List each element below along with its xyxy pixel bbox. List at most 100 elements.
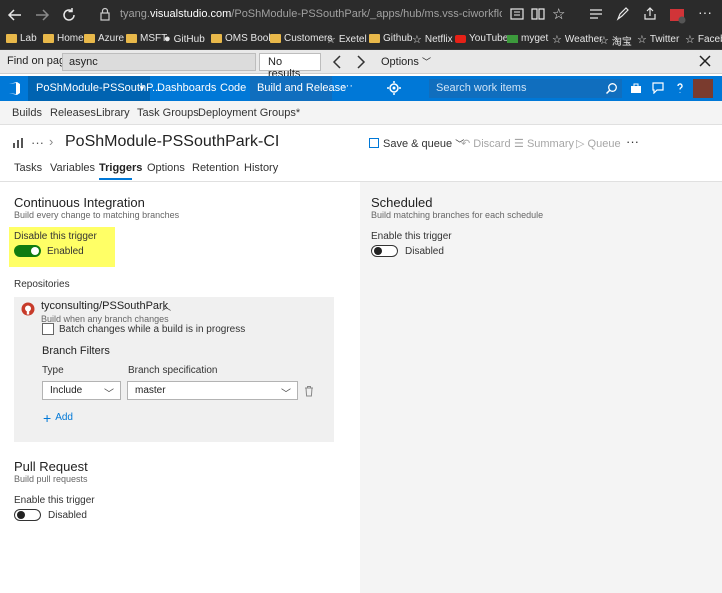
settings-gear-icon[interactable] xyxy=(387,81,401,95)
folder-icon xyxy=(43,34,54,43)
user-avatar[interactable] xyxy=(693,79,713,98)
back-arrow-icon[interactable] xyxy=(6,6,24,24)
build-pipeline-icon xyxy=(12,138,24,148)
filter-type-select[interactable]: Include ﹀ xyxy=(42,381,121,400)
scheduled-toggle-label: Enable this trigger xyxy=(371,231,452,242)
repo-name[interactable]: tyconsulting/PSSouthPark xyxy=(41,300,168,312)
scheduled-toggle[interactable] xyxy=(371,245,398,257)
more-actions[interactable]: ··· xyxy=(626,134,639,149)
find-next-icon[interactable] xyxy=(355,54,367,70)
search-work-items[interactable]: Search work items xyxy=(429,79,622,98)
bookmark-netflix[interactable]: ☆ Netflix xyxy=(412,33,453,46)
marketplace-bag-icon[interactable] xyxy=(630,82,642,94)
tab-options[interactable]: Options xyxy=(147,162,185,174)
chevron-down-icon: ﹀ xyxy=(281,389,291,400)
vsts-logo-icon[interactable] xyxy=(7,81,22,96)
pr-toggle[interactable] xyxy=(14,509,41,521)
tab-triggers[interactable]: Triggers xyxy=(99,162,142,174)
tab-tasks[interactable]: Tasks xyxy=(14,162,42,174)
bookmark-myget[interactable]: myget xyxy=(507,33,548,44)
add-branch-filter-link[interactable]: + Add xyxy=(43,411,73,425)
find-options-dropdown[interactable]: Options ﹀ xyxy=(381,55,431,68)
extension-badge-icon[interactable] xyxy=(668,6,686,24)
myget-icon xyxy=(507,34,518,43)
nav-build-and-release-active[interactable]: Build and Release xyxy=(250,76,346,101)
batch-changes-checkbox[interactable] xyxy=(42,323,54,335)
bookmark-twitter[interactable]: ☆ Twitter xyxy=(637,33,679,46)
bookmark-youtube[interactable]: YouTube xyxy=(455,33,508,44)
youtube-icon xyxy=(455,34,466,43)
tab-history[interactable]: History xyxy=(244,162,278,174)
repo-subtitle: Build when any branch changes xyxy=(41,314,169,324)
favorite-star-icon[interactable]: ☆ xyxy=(552,5,570,23)
feedback-icon[interactable] xyxy=(652,82,664,94)
star-icon: ☆ xyxy=(599,35,609,47)
help-icon[interactable] xyxy=(674,82,686,94)
pr-toggle-label: Enable this trigger xyxy=(14,495,95,506)
bookmark-oms-book[interactable]: OMS Book xyxy=(211,33,273,44)
delete-trash-icon[interactable] xyxy=(304,385,314,397)
bookmark-msft[interactable]: MSFT xyxy=(126,33,167,44)
bookmark-weather[interactable]: ☆ Weather xyxy=(552,33,603,46)
nav-code[interactable]: Code xyxy=(220,82,246,94)
ci-toggle-state: Enabled xyxy=(47,246,84,257)
bookmark-taobao[interactable]: ☆ 淘宝 xyxy=(599,33,632,48)
github-repo-icon xyxy=(21,302,35,316)
breadcrumb-ellipsis[interactable]: ··· xyxy=(31,135,44,150)
close-find-icon[interactable] xyxy=(698,54,712,68)
find-input[interactable] xyxy=(62,53,256,71)
active-tab-indicator xyxy=(99,178,132,180)
play-icon: ▷ xyxy=(576,138,585,150)
folder-icon xyxy=(84,34,95,43)
repositories-label: Repositories xyxy=(14,279,70,290)
project-selector[interactable]: PoShModule-PSSouthP... ▼ xyxy=(28,76,161,101)
save-queue-button[interactable]: Save & queue ﹀ xyxy=(369,137,464,150)
address-bar[interactable]: tyang.visualstudio.com/PoShModule-PSSout… xyxy=(120,8,502,20)
bookmark-home[interactable]: Home xyxy=(43,33,84,44)
subnav-deployment-groups[interactable]: Deployment Groups* xyxy=(198,107,300,119)
bookmark-exetel[interactable]: ☆ Exetel xyxy=(326,33,367,46)
branch-spec-select[interactable]: master ﹀ xyxy=(127,381,298,400)
hub-icon[interactable] xyxy=(588,6,606,24)
bookmark-lab[interactable]: Lab xyxy=(6,33,37,44)
scheduled-panel: Scheduled Build matching branches for ea… xyxy=(360,182,722,593)
find-previous-icon[interactable] xyxy=(331,54,343,70)
tab-variables[interactable]: Variables xyxy=(50,162,95,174)
branch-spec-label: Branch specification xyxy=(128,365,218,376)
pr-toggle-state: Disabled xyxy=(48,510,87,521)
pen-icon[interactable] xyxy=(615,6,633,24)
book-icon[interactable] xyxy=(530,6,548,24)
queue-button[interactable]: ▷ Queue xyxy=(576,137,621,150)
ci-toggle[interactable] xyxy=(14,245,41,257)
subnav-builds[interactable]: Builds xyxy=(12,107,42,119)
summary-button[interactable]: ☰ Summary xyxy=(514,137,574,150)
bookmark-azure[interactable]: Azure xyxy=(84,33,124,44)
discard-button[interactable]: ↶ Discard xyxy=(461,137,511,150)
star-icon: ☆ xyxy=(637,34,647,46)
browser-toolbar: tyang.visualstudio.com/PoShModule-PSSout… xyxy=(0,0,722,30)
reading-view-icon[interactable] xyxy=(509,6,527,24)
batch-changes-label: Batch changes while a build is in progre… xyxy=(59,324,246,335)
nav-dashboards[interactable]: Dashboards xyxy=(157,82,216,94)
bookmark-github[interactable]: ● GitHub xyxy=(164,33,205,45)
star-icon: ☆ xyxy=(552,34,562,46)
bookmark-customers[interactable]: Customers xyxy=(270,33,332,44)
share-icon[interactable] xyxy=(642,6,660,24)
bookmark-github-folder[interactable]: Github xyxy=(369,33,412,44)
tab-retention[interactable]: Retention xyxy=(192,162,239,174)
summary-icon: ☰ xyxy=(514,138,524,150)
forward-arrow-icon[interactable] xyxy=(33,6,51,24)
scheduled-title: Scheduled xyxy=(371,195,433,210)
subnav-task-groups[interactable]: Task Groups xyxy=(137,107,199,119)
star-icon: ☆ xyxy=(685,34,695,46)
more-icon[interactable]: ··· xyxy=(698,4,716,22)
search-icon[interactable] xyxy=(605,82,618,95)
collapse-chevron-icon[interactable]: ︿ xyxy=(162,300,171,313)
favorites-bar: Lab Home Azure MSFT ● GitHub OMS Book Cus… xyxy=(0,30,722,50)
refresh-icon[interactable] xyxy=(60,6,78,24)
subnav-releases[interactable]: Releases xyxy=(50,107,96,119)
subnav-library[interactable]: Library xyxy=(96,107,130,119)
bookmark-facebook[interactable]: ☆Faceb xyxy=(685,33,722,46)
nav-more[interactable]: ··· xyxy=(342,80,353,92)
star-icon: ☆ xyxy=(412,34,422,46)
